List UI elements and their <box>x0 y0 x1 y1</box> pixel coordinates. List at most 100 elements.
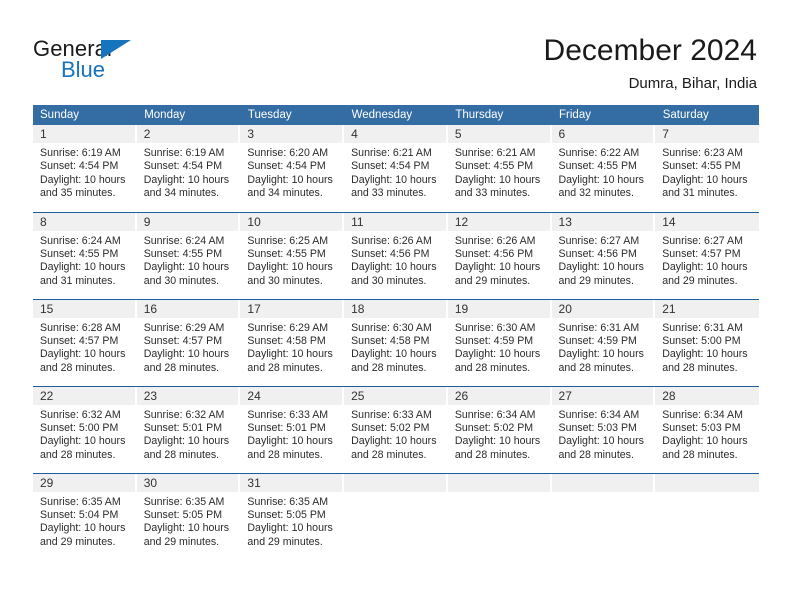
daylight-text-line2: and 35 minutes. <box>40 187 116 200</box>
calendar-day-cell[interactable]: 26 Sunrise: 6:34 AM Sunset: 5:02 PM Dayligh… <box>447 385 552 473</box>
sunrise-text: Sunrise: 6:19 AM <box>40 147 121 159</box>
general-blue-logo[interactable]: General Blue <box>33 36 163 88</box>
day-number <box>447 473 552 492</box>
day-number: 29 <box>33 473 137 492</box>
calendar-day-cell[interactable]: 30 Sunrise: 6:35 AM Sunset: 5:05 PM Dayligh… <box>136 472 241 560</box>
day-number: 22 <box>33 386 137 405</box>
weekday-header-thursday: Thursday <box>447 105 553 125</box>
calendar-day-cell[interactable]: 31 Sunrise: 6:35 AM Sunset: 5:05 PM Dayligh… <box>240 472 345 560</box>
day-details: Sunrise: 6:22 AM Sunset: 4:55 PM Daylight:… <box>552 143 656 201</box>
daylight-text-line2: and 30 minutes. <box>143 274 220 287</box>
day-details: Sunrise: 6:35 AM Sunset: 5:05 PM Daylight:… <box>240 492 344 550</box>
day-number: 16 <box>136 299 241 318</box>
day-details: Sunrise: 6:21 AM Sunset: 4:54 PM Daylight:… <box>344 143 448 201</box>
daylight-text-line2: and 28 minutes. <box>351 448 427 461</box>
sunset-text: Sunset: 5:03 PM <box>558 421 637 434</box>
day-details: Sunrise: 6:24 AM Sunset: 4:55 PM Daylight:… <box>33 231 137 289</box>
day-number: 6 <box>551 125 656 143</box>
calendar-day-cell[interactable]: 14 Sunrise: 6:27 AM Sunset: 4:57 PM Dayligh… <box>655 211 759 299</box>
day-number <box>344 473 448 492</box>
calendar-day-cell[interactable]: 17 Sunrise: 6:29 AM Sunset: 4:58 PM Dayligh… <box>240 298 345 386</box>
day-details: Sunrise: 6:34 AM Sunset: 5:02 PM Daylight:… <box>448 405 552 463</box>
calendar-day-cell[interactable]: 22 Sunrise: 6:32 AM Sunset: 5:00 PM Dayligh… <box>33 385 137 473</box>
calendar-day-cell[interactable]: 23 Sunrise: 6:32 AM Sunset: 5:01 PM Dayligh… <box>136 385 241 473</box>
daylight-text-line2: and 28 minutes. <box>40 361 116 374</box>
calendar-day-cell[interactable]: 21 Sunrise: 6:31 AM Sunset: 5:00 PM Dayligh… <box>655 298 759 386</box>
daylight-text-line2: and 28 minutes. <box>143 448 220 461</box>
sunrise-text: Sunrise: 6:28 AM <box>40 321 121 334</box>
sunset-text: Sunset: 4:55 PM <box>662 160 741 173</box>
daylight-text-line1: Daylight: 10 hours <box>351 435 437 448</box>
day-details: Sunrise: 6:27 AM Sunset: 4:56 PM Daylight:… <box>552 231 656 289</box>
calendar-day-cell[interactable]: 29 Sunrise: 6:35 AM Sunset: 5:04 PM Dayligh… <box>33 472 137 560</box>
calendar-day-cell[interactable]: 24 Sunrise: 6:33 AM Sunset: 5:01 PM Dayligh… <box>240 385 345 473</box>
day-details: Sunrise: 6:20 AM Sunset: 4:54 PM Daylight:… <box>240 143 344 201</box>
calendar-day-cell[interactable]: 27 Sunrise: 6:34 AM Sunset: 5:03 PM Dayligh… <box>551 385 656 473</box>
calendar-day-cell[interactable]: 10 Sunrise: 6:25 AM Sunset: 4:55 PM Dayligh… <box>240 211 345 299</box>
day-number: 25 <box>344 386 448 405</box>
calendar-day-cell[interactable]: 1 Sunrise: 6:19 AM Sunset: 4:54 PM Daylight… <box>33 125 137 212</box>
calendar-day-cell[interactable]: 4 Sunrise: 6:21 AM Sunset: 4:54 PM Daylight… <box>344 125 448 212</box>
calendar-day-cell[interactable]: 15 Sunrise: 6:28 AM Sunset: 4:57 PM Dayligh… <box>33 298 137 386</box>
calendar-day-cell[interactable]: 13 Sunrise: 6:27 AM Sunset: 4:56 PM Dayligh… <box>551 211 656 299</box>
sunrise-text: Sunrise: 6:29 AM <box>247 321 329 334</box>
weekday-header-wednesday: Wednesday <box>344 105 449 125</box>
sunrise-text: Sunrise: 6:31 AM <box>558 321 640 334</box>
sunrise-text: Sunrise: 6:19 AM <box>143 147 225 159</box>
day-number: 27 <box>551 386 656 405</box>
calendar-day-cell[interactable]: 20 Sunrise: 6:31 AM Sunset: 4:59 PM Dayligh… <box>551 298 656 386</box>
daylight-text-line2: and 28 minutes. <box>454 448 531 461</box>
sunrise-text: Sunrise: 6:30 AM <box>454 321 536 334</box>
day-number: 21 <box>655 299 759 318</box>
daylight-text-line1: Daylight: 10 hours <box>662 173 748 186</box>
sunset-text: Sunset: 4:54 PM <box>247 160 326 173</box>
daylight-text-line2: and 31 minutes. <box>40 274 116 287</box>
calendar-day-cell[interactable]: 5 Sunrise: 6:21 AM Sunset: 4:55 PM Daylight… <box>447 125 552 212</box>
sunset-text: Sunset: 4:55 PM <box>143 247 223 260</box>
daylight-text-line2: and 32 minutes. <box>558 187 634 200</box>
day-number: 10 <box>240 212 345 231</box>
sunset-text: Sunset: 4:54 PM <box>143 160 223 173</box>
calendar-day-cell[interactable]: 19 Sunrise: 6:30 AM Sunset: 4:59 PM Dayligh… <box>447 298 552 386</box>
day-details: Sunrise: 6:31 AM Sunset: 4:59 PM Daylight:… <box>552 318 656 376</box>
sunset-text: Sunset: 4:55 PM <box>454 160 534 173</box>
weekday-header-monday: Monday <box>136 105 241 125</box>
calendar-day-cell[interactable]: 28 Sunrise: 6:34 AM Sunset: 5:03 PM Dayligh… <box>655 385 759 473</box>
calendar-day-cell[interactable]: 8 Sunrise: 6:24 AM Sunset: 4:55 PM Daylight… <box>33 211 137 299</box>
daylight-text-line2: and 29 minutes. <box>558 274 634 287</box>
daylight-text-line2: and 28 minutes. <box>351 361 427 374</box>
sunset-text: Sunset: 4:55 PM <box>247 247 326 260</box>
sunset-text: Sunset: 4:56 PM <box>454 247 534 260</box>
sunset-text: Sunset: 4:59 PM <box>558 334 637 347</box>
calendar-day-cell[interactable]: 7 Sunrise: 6:23 AM Sunset: 4:55 PM Daylight… <box>655 125 759 212</box>
day-number: 19 <box>447 299 552 318</box>
calendar-day-cell[interactable]: 12 Sunrise: 6:26 AM Sunset: 4:56 PM Dayligh… <box>447 211 552 299</box>
daylight-text-line1: Daylight: 10 hours <box>454 261 541 274</box>
day-details: Sunrise: 6:29 AM Sunset: 4:57 PM Daylight:… <box>137 318 241 376</box>
daylight-text-line1: Daylight: 10 hours <box>247 173 333 186</box>
sunrise-text: Sunrise: 6:34 AM <box>662 408 743 421</box>
daylight-text-line1: Daylight: 10 hours <box>40 348 126 361</box>
calendar-day-cell[interactable]: 6 Sunrise: 6:22 AM Sunset: 4:55 PM Daylight… <box>551 125 656 212</box>
sunset-text: Sunset: 5:04 PM <box>40 508 119 521</box>
calendar-day-cell[interactable]: 16 Sunrise: 6:29 AM Sunset: 4:57 PM Dayligh… <box>136 298 241 386</box>
sunset-text: Sunset: 4:55 PM <box>40 247 119 260</box>
calendar-day-cell[interactable]: 3 Sunrise: 6:20 AM Sunset: 4:54 PM Daylight… <box>240 125 345 212</box>
calendar-day-cell[interactable]: 9 Sunrise: 6:24 AM Sunset: 4:55 PM Daylight… <box>136 211 241 299</box>
calendar-week-row: 29 Sunrise: 6:35 AM Sunset: 5:04 PM Dayligh… <box>33 472 759 560</box>
day-details: Sunrise: 6:34 AM Sunset: 5:03 PM Daylight:… <box>655 405 759 463</box>
daylight-text-line1: Daylight: 10 hours <box>454 173 541 186</box>
calendar-day-cell[interactable]: 2 Sunrise: 6:19 AM Sunset: 4:54 PM Daylight… <box>136 125 241 212</box>
calendar-week-row: 22 Sunrise: 6:32 AM Sunset: 5:00 PM Dayligh… <box>33 385 759 473</box>
day-number: 30 <box>136 473 241 492</box>
calendar-day-cell[interactable]: 11 Sunrise: 6:26 AM Sunset: 4:56 PM Dayligh… <box>344 211 448 299</box>
calendar-day-cell[interactable]: 25 Sunrise: 6:33 AM Sunset: 5:02 PM Dayligh… <box>344 385 448 473</box>
calendar-day-cell[interactable]: 18 Sunrise: 6:30 AM Sunset: 4:58 PM Dayligh… <box>344 298 448 386</box>
sunrise-text: Sunrise: 6:31 AM <box>662 321 743 334</box>
sunrise-text: Sunrise: 6:23 AM <box>662 147 743 159</box>
day-details: Sunrise: 6:28 AM Sunset: 4:57 PM Daylight:… <box>33 318 137 376</box>
daylight-text-line2: and 28 minutes. <box>247 361 323 374</box>
sunset-text: Sunset: 5:01 PM <box>247 421 326 434</box>
page-subtitle-location: Dumra, Bihar, India <box>628 75 757 92</box>
sunset-text: Sunset: 4:58 PM <box>351 334 430 347</box>
